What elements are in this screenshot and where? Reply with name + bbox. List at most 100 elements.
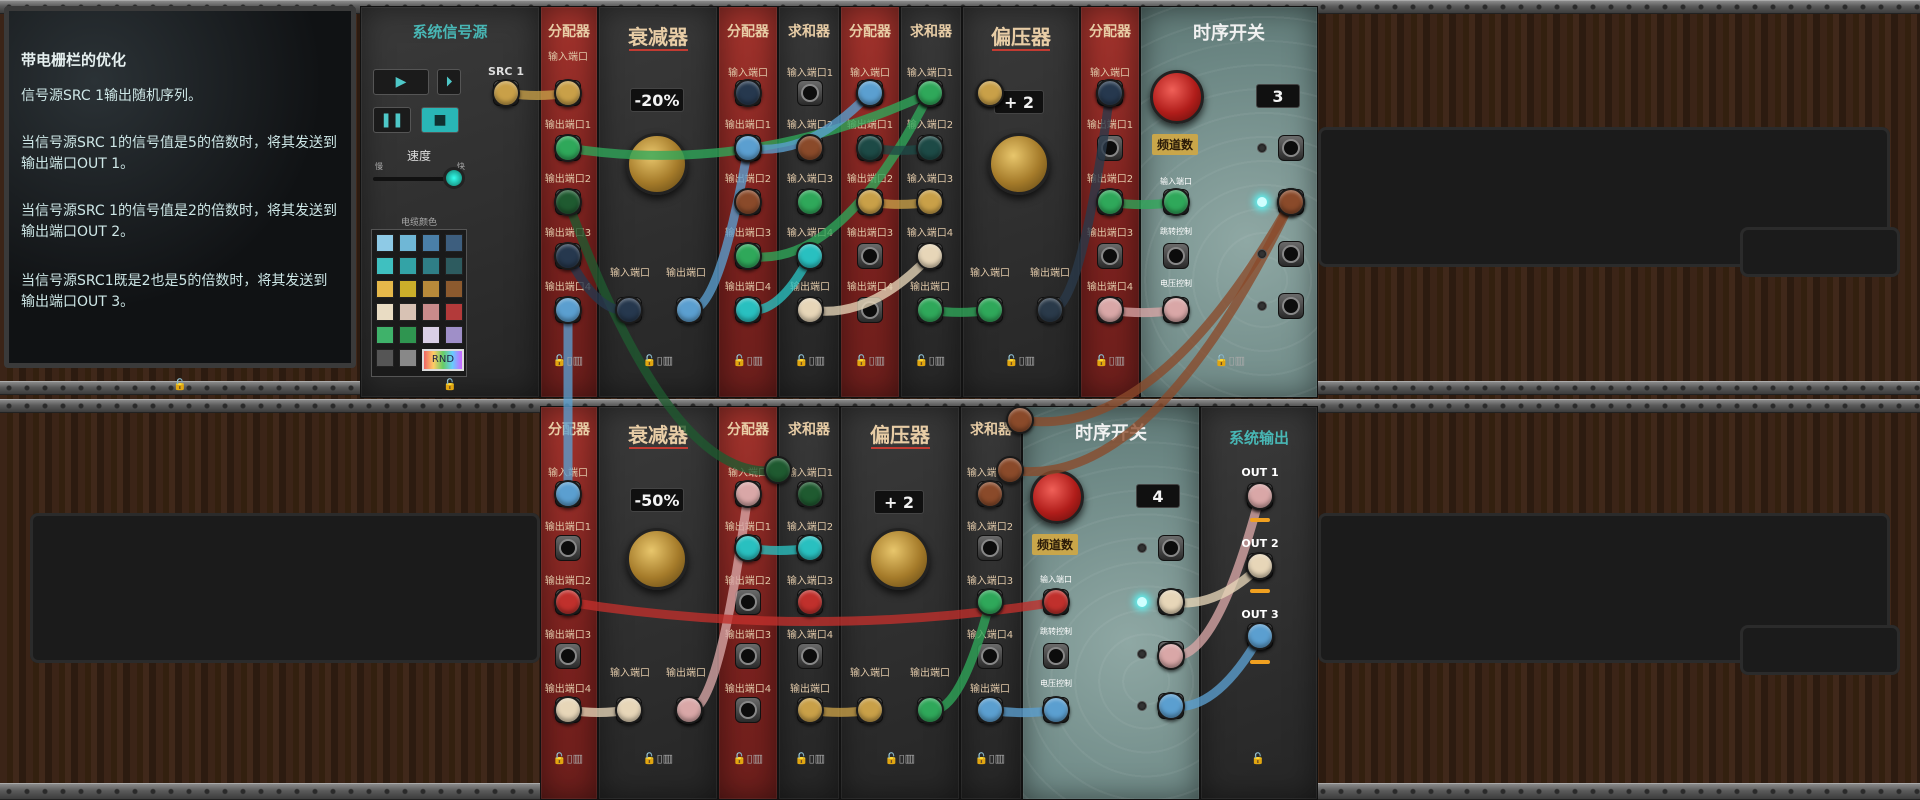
cable-plug[interactable]: [916, 79, 944, 107]
cable-plug[interactable]: [976, 588, 1004, 616]
port-jack[interactable]: [555, 643, 581, 669]
lock-icon[interactable]: 🔓▯▥: [643, 354, 673, 367]
lock-icon[interactable]: 🔓▯▥: [1215, 354, 1245, 367]
cable-plug[interactable]: [764, 456, 792, 484]
lock-icon[interactable]: 🔓: [173, 378, 187, 391]
cable-plug[interactable]: [1162, 188, 1190, 216]
cable-color-swatch[interactable]: [422, 303, 440, 321]
cable-color-swatch[interactable]: [422, 234, 440, 252]
lock-icon[interactable]: 🔓▯▥: [855, 354, 885, 367]
cable-color-swatch[interactable]: [376, 280, 394, 298]
cable-color-swatch[interactable]: [422, 280, 440, 298]
cable-plug[interactable]: [796, 242, 824, 270]
cable-plug[interactable]: [916, 296, 944, 324]
port-jack[interactable]: [797, 80, 823, 106]
cable-plug[interactable]: [1096, 188, 1124, 216]
port-jack[interactable]: [1043, 643, 1069, 669]
cable-plug[interactable]: [796, 134, 824, 162]
cable-plug[interactable]: [796, 696, 824, 724]
channel-knob-bottom[interactable]: [1030, 470, 1084, 524]
port-jack[interactable]: [735, 697, 761, 723]
cable-plug[interactable]: [796, 296, 824, 324]
cable-plug[interactable]: [996, 456, 1024, 484]
cable-plug[interactable]: [916, 696, 944, 724]
port-jack[interactable]: [1097, 243, 1123, 269]
cable-color-swatch[interactable]: [399, 280, 417, 298]
cable-plug[interactable]: [734, 242, 762, 270]
cable-plug[interactable]: [1042, 696, 1070, 724]
offset-knob-top[interactable]: [988, 133, 1050, 195]
cable-plug[interactable]: [554, 79, 582, 107]
lock-icon[interactable]: 🔓▯▥: [795, 354, 825, 367]
port-jack[interactable]: [857, 243, 883, 269]
offset-knob-bottom[interactable]: [868, 528, 930, 590]
random-color-button[interactable]: RND: [422, 349, 464, 371]
cable-plug[interactable]: [615, 696, 643, 724]
cable-plug[interactable]: [916, 242, 944, 270]
cable-plug[interactable]: [1246, 622, 1274, 650]
cable-plug[interactable]: [734, 534, 762, 562]
pause-button[interactable]: ❚❚: [373, 107, 411, 133]
cable-color-swatch[interactable]: [422, 257, 440, 275]
cable-plug[interactable]: [1096, 79, 1124, 107]
lock-icon[interactable]: 🔓▯▥: [733, 752, 763, 765]
cable-plug[interactable]: [615, 296, 643, 324]
cable-plug[interactable]: [976, 480, 1004, 508]
cable-plug[interactable]: [976, 79, 1004, 107]
lock-icon[interactable]: 🔓▯▥: [1005, 354, 1035, 367]
lock-icon[interactable]: 🔓▯▥: [643, 752, 673, 765]
port-jack[interactable]: [735, 589, 761, 615]
cable-plug[interactable]: [734, 480, 762, 508]
lock-icon[interactable]: 🔓: [1251, 752, 1265, 765]
port-jack[interactable]: [1158, 535, 1184, 561]
cable-color-swatch[interactable]: [422, 326, 440, 344]
cable-plug[interactable]: [1162, 296, 1190, 324]
cable-color-swatch[interactable]: [376, 303, 394, 321]
speed-slider-thumb[interactable]: [443, 167, 465, 189]
cable-plug[interactable]: [796, 588, 824, 616]
lock-icon[interactable]: 🔓▯▥: [553, 354, 583, 367]
port-jack[interactable]: [977, 643, 1003, 669]
cable-plug[interactable]: [554, 480, 582, 508]
lock-icon[interactable]: 🔓▯▥: [1095, 354, 1125, 367]
lock-icon[interactable]: 🔓: [443, 378, 457, 391]
lock-icon[interactable]: 🔓▯▥: [733, 354, 763, 367]
cable-plug[interactable]: [734, 79, 762, 107]
cable-color-swatch[interactable]: [445, 303, 463, 321]
cable-plug[interactable]: [796, 480, 824, 508]
port-jack[interactable]: [977, 535, 1003, 561]
cable-plug[interactable]: [554, 296, 582, 324]
cable-color-swatch[interactable]: [399, 257, 417, 275]
cable-plug[interactable]: [1157, 588, 1185, 616]
lock-icon[interactable]: 🔓▯▥: [885, 752, 915, 765]
cable-plug[interactable]: [796, 188, 824, 216]
cable-color-swatch[interactable]: [399, 234, 417, 252]
lock-icon[interactable]: 🔓▯▥: [553, 752, 583, 765]
cable-plug[interactable]: [916, 134, 944, 162]
port-jack[interactable]: [555, 535, 581, 561]
port-jack[interactable]: [735, 643, 761, 669]
cable-color-swatch[interactable]: [445, 234, 463, 252]
attenuation-knob-top[interactable]: [626, 133, 688, 195]
cable-plug[interactable]: [734, 134, 762, 162]
stop-button[interactable]: ■: [421, 107, 459, 133]
cable-plug[interactable]: [856, 696, 884, 724]
cable-plug[interactable]: [554, 188, 582, 216]
cable-plug[interactable]: [856, 188, 884, 216]
channel-knob-top[interactable]: [1150, 70, 1204, 124]
cable-plug[interactable]: [1157, 692, 1185, 720]
cable-plug[interactable]: [1036, 296, 1064, 324]
cable-plug[interactable]: [492, 79, 520, 107]
cable-plug[interactable]: [1277, 188, 1305, 216]
port-jack[interactable]: [857, 297, 883, 323]
port-jack[interactable]: [1278, 135, 1304, 161]
cable-plug[interactable]: [554, 696, 582, 724]
cable-plug[interactable]: [856, 79, 884, 107]
lock-icon[interactable]: 🔓▯▥: [795, 752, 825, 765]
cable-plug[interactable]: [554, 588, 582, 616]
cable-plug[interactable]: [1096, 296, 1124, 324]
cable-plug[interactable]: [734, 188, 762, 216]
cable-color-swatch[interactable]: [376, 257, 394, 275]
cable-plug[interactable]: [554, 134, 582, 162]
port-jack[interactable]: [1163, 243, 1189, 269]
